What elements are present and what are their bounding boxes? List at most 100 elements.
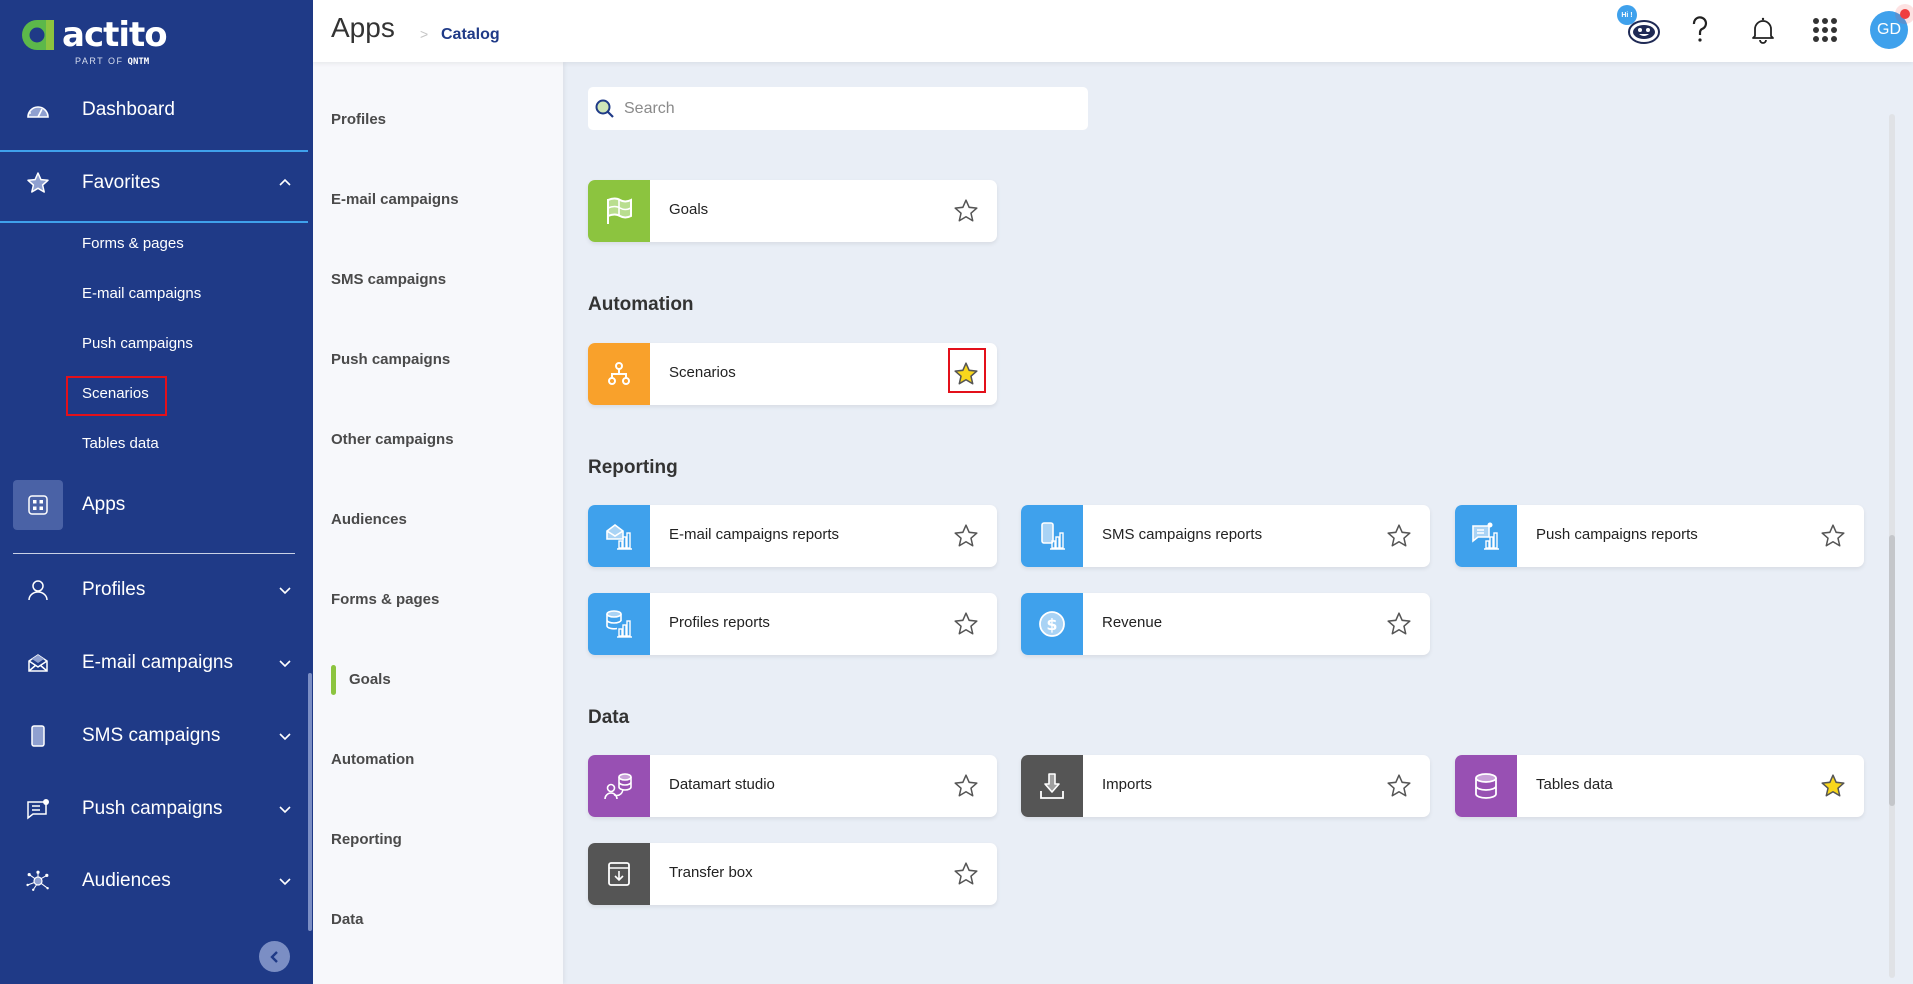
- chevron-down-icon[interactable]: [278, 729, 292, 743]
- category-email-campaigns[interactable]: E-mail campaigns: [331, 191, 459, 208]
- favorite-star-icon[interactable]: [1386, 773, 1412, 799]
- actito-logo[interactable]: actito: [18, 15, 168, 55]
- app-card-datamart-studio[interactable]: Datamart studio: [588, 755, 997, 817]
- app-card-label: Transfer box: [669, 864, 753, 881]
- sidebar-scrollbar-thumb[interactable]: [308, 673, 312, 931]
- sidebar-item-sms-campaigns[interactable]: SMS campaigns: [0, 706, 308, 766]
- push-report-icon: [1455, 505, 1517, 567]
- category-data[interactable]: Data: [331, 911, 364, 928]
- bell-icon: [1752, 17, 1774, 44]
- envelope-icon: [26, 651, 50, 675]
- app-card-sms-campaigns-reports[interactable]: SMS campaigns reports: [1021, 505, 1430, 567]
- chevron-up-icon[interactable]: [278, 176, 292, 190]
- app-card-label: Datamart studio: [669, 776, 775, 793]
- transfer-box-icon: [588, 843, 650, 905]
- collapse-sidebar-button[interactable]: [259, 941, 290, 972]
- chevron-down-icon[interactable]: [278, 583, 292, 597]
- brand-tagline: PART OF QNTM: [75, 56, 149, 67]
- app-card-imports[interactable]: Imports: [1021, 755, 1430, 817]
- app-card-label: Scenarios: [669, 364, 736, 381]
- category-reporting[interactable]: Reporting: [331, 831, 402, 848]
- favorite-star-icon[interactable]: [1386, 523, 1412, 549]
- email-report-icon: [588, 505, 650, 567]
- breadcrumb-separator: >: [420, 26, 429, 42]
- favorite-star-icon[interactable]: [953, 861, 979, 887]
- favorite-item[interactable]: Push campaigns: [82, 335, 193, 352]
- favorite-star-icon[interactable]: [953, 773, 979, 799]
- app-card-label: Push campaigns reports: [1536, 526, 1698, 543]
- dashboard-gauge-icon: [26, 98, 50, 122]
- chevron-left-icon: [269, 950, 278, 963]
- category-audiences[interactable]: Audiences: [331, 511, 407, 528]
- chevron-down-icon[interactable]: [278, 802, 292, 816]
- app-card-goals[interactable]: Goals: [588, 180, 997, 242]
- app-card-label: Revenue: [1102, 614, 1163, 631]
- favorite-star-icon[interactable]: [1820, 523, 1846, 549]
- notification-dot: [1900, 9, 1910, 19]
- chevron-down-icon[interactable]: [278, 874, 292, 888]
- apps-grid-icon: [26, 493, 50, 517]
- user-avatar[interactable]: GD: [1870, 9, 1910, 49]
- help-button[interactable]: [1682, 12, 1718, 48]
- page-title: Apps: [331, 12, 395, 43]
- divider: [13, 553, 295, 554]
- chevron-down-icon[interactable]: [278, 656, 292, 670]
- database-icon: [1455, 755, 1517, 817]
- sidebar-item-favorites[interactable]: Favorites: [0, 153, 308, 213]
- category-other-campaigns[interactable]: Other campaigns: [331, 431, 454, 448]
- sidebar-item-apps[interactable]: Apps: [0, 475, 308, 535]
- search-input[interactable]: [624, 99, 1064, 118]
- chatbot-button[interactable]: Hi !: [1617, 5, 1660, 48]
- category-sms-campaigns[interactable]: SMS campaigns: [331, 271, 446, 288]
- main-scrollbar-thumb[interactable]: [1889, 535, 1895, 806]
- category-profiles[interactable]: Profiles: [331, 111, 386, 128]
- favorite-star-icon[interactable]: [953, 611, 979, 637]
- top-header: Apps > Catalog Hi ! GD: [313, 0, 1913, 62]
- sidebar-item-push-campaigns[interactable]: Push campaigns: [0, 779, 308, 839]
- app-card-email-campaigns-reports[interactable]: E-mail campaigns reports: [588, 505, 997, 567]
- chatbot-badge: Hi !: [1617, 5, 1637, 25]
- section-title-data: Data: [588, 707, 630, 728]
- favorite-star-icon[interactable]: [1386, 611, 1412, 637]
- section-title-reporting: Reporting: [588, 457, 678, 478]
- brand-name: actito: [62, 15, 168, 55]
- section-title-automation: Automation: [588, 294, 694, 315]
- favorite-item[interactable]: Tables data: [82, 435, 159, 452]
- search-bar[interactable]: [588, 87, 1088, 130]
- app-card-push-campaigns-reports[interactable]: Push campaigns reports: [1455, 505, 1864, 567]
- sidebar-item-dashboard[interactable]: Dashboard: [0, 80, 308, 140]
- sidebar-item-email-campaigns[interactable]: E-mail campaigns: [0, 633, 308, 693]
- app-card-tables-data[interactable]: Tables data: [1455, 755, 1864, 817]
- category-forms-pages[interactable]: Forms & pages: [331, 591, 439, 608]
- user-icon: [26, 578, 50, 602]
- sidebar-label-push-campaigns: Push campaigns: [82, 798, 223, 819]
- push-message-icon: [26, 797, 50, 821]
- active-category-indicator: [331, 665, 336, 695]
- favorite-star-icon[interactable]: [953, 198, 979, 224]
- breadcrumb-catalog[interactable]: Catalog: [441, 26, 500, 44]
- tagline-brand: QNTM: [127, 57, 150, 67]
- category-automation[interactable]: Automation: [331, 751, 414, 768]
- scenario-tree-icon: [588, 343, 650, 405]
- sidebar-item-audiences[interactable]: Audiences: [0, 851, 308, 911]
- category-push-campaigns[interactable]: Push campaigns: [331, 351, 450, 368]
- app-card-scenarios[interactable]: Scenarios: [588, 343, 997, 405]
- favorite-star-icon[interactable]: [953, 523, 979, 549]
- notifications-button[interactable]: [1745, 12, 1781, 48]
- favorite-item[interactable]: E-mail campaigns: [82, 285, 201, 302]
- svg-text:$: $: [1046, 615, 1057, 634]
- app-card-profiles-reports[interactable]: Profiles reports: [588, 593, 997, 655]
- actito-logo-icon: [22, 20, 54, 50]
- category-goals[interactable]: Goals: [349, 671, 391, 688]
- app-card-transfer-box[interactable]: Transfer box: [588, 843, 997, 905]
- app-launcher-button[interactable]: [1807, 12, 1843, 48]
- app-card-label: E-mail campaigns reports: [669, 526, 840, 543]
- favorite-star-icon-filled[interactable]: [1820, 773, 1846, 799]
- favorite-item[interactable]: Forms & pages: [82, 235, 184, 252]
- app-card-label: SMS campaigns reports: [1102, 526, 1263, 543]
- app-card-revenue[interactable]: $ Revenue: [1021, 593, 1430, 655]
- profiles-report-icon: [588, 593, 650, 655]
- highlight-annotation: [66, 376, 167, 416]
- sidebar-item-profiles[interactable]: Profiles: [0, 560, 308, 620]
- apps-dots-icon: [1813, 18, 1837, 42]
